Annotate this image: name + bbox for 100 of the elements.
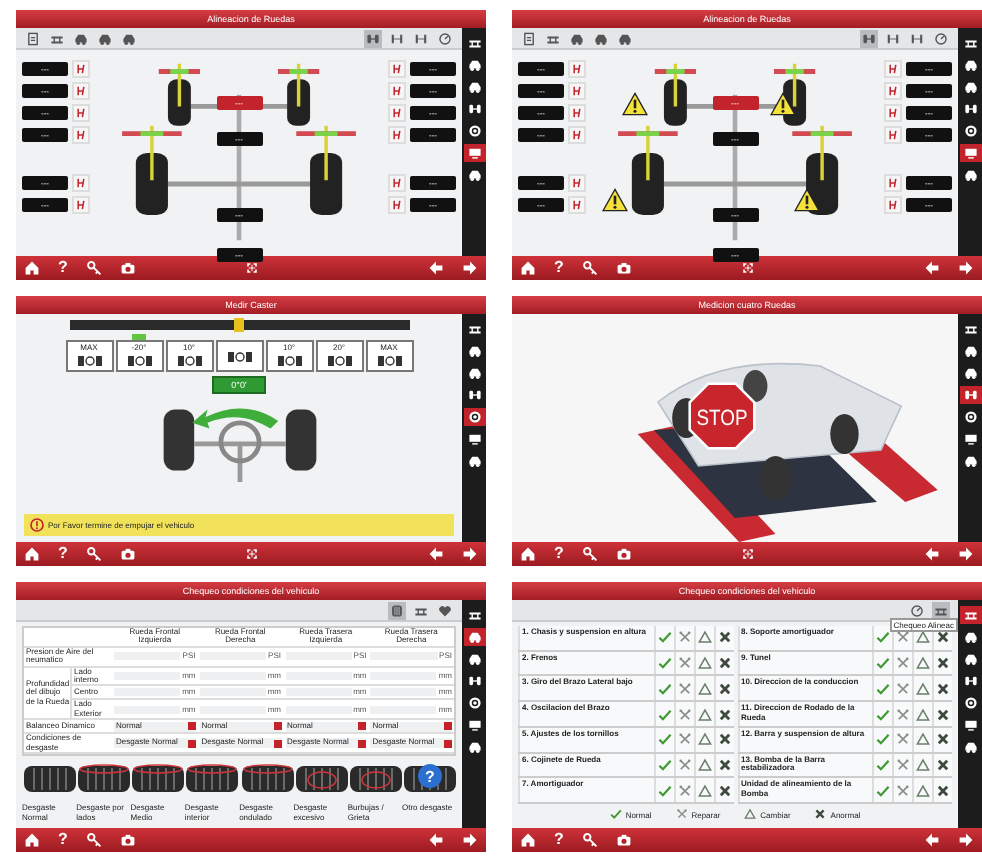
cross-icon[interactable] <box>936 757 950 772</box>
home-icon[interactable] <box>24 832 40 848</box>
cross-icon[interactable] <box>717 732 731 747</box>
tools-icon[interactable] <box>677 681 691 696</box>
cross-icon[interactable] <box>717 757 731 772</box>
sidebar-tab[interactable] <box>463 386 485 404</box>
key-icon[interactable] <box>85 260 102 276</box>
sidebar-tab[interactable] <box>463 144 485 162</box>
toolbar-button[interactable] <box>436 29 454 47</box>
tools-icon[interactable] <box>896 707 910 722</box>
toolbar-button[interactable] <box>520 29 538 47</box>
input-field[interactable] <box>114 672 181 681</box>
home-icon[interactable] <box>520 832 536 848</box>
tools-icon[interactable] <box>677 656 691 671</box>
home-icon[interactable] <box>520 546 536 562</box>
right-arrow-icon[interactable] <box>958 832 974 848</box>
tools-icon[interactable] <box>677 757 691 772</box>
cross-icon[interactable] <box>717 681 731 696</box>
left-arrow-icon[interactable] <box>428 832 444 848</box>
camera-icon[interactable] <box>119 546 136 562</box>
sidebar-tab[interactable] <box>463 122 485 140</box>
camera-icon[interactable] <box>615 832 632 848</box>
tools-icon[interactable] <box>677 783 691 798</box>
sidebar-tab[interactable] <box>463 408 485 426</box>
sidebar-tab[interactable] <box>959 452 981 470</box>
camera-icon[interactable] <box>119 260 136 276</box>
tools-icon[interactable] <box>896 732 910 747</box>
cross-icon[interactable] <box>717 783 731 798</box>
input-field[interactable] <box>370 688 437 697</box>
toolbar-button[interactable] <box>24 29 42 47</box>
sidebar-tab[interactable] <box>959 100 981 118</box>
toolbar-button[interactable] <box>932 601 950 619</box>
sidebar-tab[interactable] <box>463 452 485 470</box>
tools-icon[interactable] <box>677 732 691 747</box>
sidebar-tab[interactable] <box>959 144 981 162</box>
camera-icon[interactable] <box>615 546 632 562</box>
tire-tread-icon[interactable] <box>22 764 78 793</box>
sidebar-tab[interactable] <box>959 716 981 734</box>
sidebar-tab[interactable] <box>463 628 485 646</box>
toolbar-button[interactable] <box>568 29 586 47</box>
toolbar-button[interactable] <box>908 29 926 47</box>
sidebar-tab[interactable] <box>959 672 981 690</box>
tire-tread-icon[interactable] <box>347 764 404 793</box>
toolbar-button[interactable] <box>908 601 926 619</box>
camera-icon[interactable] <box>615 260 632 276</box>
toolbar-button[interactable] <box>412 29 430 47</box>
help-button[interactable]: ? <box>554 832 564 848</box>
tools-icon[interactable] <box>677 707 691 722</box>
sidebar-tab[interactable] <box>463 650 485 668</box>
cross-icon[interactable] <box>717 656 731 671</box>
toolbar-button[interactable] <box>436 601 454 619</box>
key-icon[interactable] <box>581 832 598 848</box>
right-arrow-icon[interactable] <box>958 260 974 276</box>
sidebar-tab[interactable] <box>463 56 485 74</box>
help-button[interactable]: ? <box>58 546 68 562</box>
input-field[interactable] <box>199 672 266 681</box>
sidebar-tab[interactable] <box>959 364 981 382</box>
sidebar-tab[interactable] <box>959 386 981 404</box>
right-arrow-icon[interactable] <box>462 832 478 848</box>
home-icon[interactable] <box>24 260 40 276</box>
toolbar-button[interactable] <box>388 601 406 619</box>
input-field[interactable] <box>285 672 352 681</box>
tire-tread-icon[interactable] <box>184 764 241 793</box>
key-icon[interactable] <box>581 546 598 562</box>
sidebar-tab[interactable] <box>959 650 981 668</box>
toolbar-button[interactable] <box>72 29 90 47</box>
tools-icon[interactable] <box>896 656 910 671</box>
help-button[interactable]: ? <box>554 260 564 276</box>
sidebar-tab[interactable] <box>463 430 485 448</box>
sidebar-tab[interactable] <box>463 78 485 96</box>
left-arrow-icon[interactable] <box>428 260 444 276</box>
sidebar-tab[interactable] <box>959 166 981 184</box>
sidebar-tab[interactable] <box>959 122 981 140</box>
key-icon[interactable] <box>85 832 102 848</box>
cross-icon[interactable] <box>936 707 950 722</box>
right-arrow-icon[interactable] <box>462 546 478 562</box>
cross-icon[interactable] <box>717 630 731 645</box>
sidebar-tab[interactable] <box>463 100 485 118</box>
left-arrow-icon[interactable] <box>924 832 940 848</box>
cross-icon[interactable] <box>936 630 950 645</box>
help-button[interactable]: ? <box>554 546 564 562</box>
help-button[interactable]: ? <box>58 832 68 848</box>
toolbar-button[interactable] <box>364 29 382 47</box>
left-arrow-icon[interactable] <box>924 260 940 276</box>
sidebar-tab[interactable] <box>463 738 485 756</box>
sidebar-tab[interactable] <box>959 694 981 712</box>
tools-icon[interactable] <box>896 630 910 645</box>
tire-tread-icon[interactable] <box>239 764 296 793</box>
home-icon[interactable] <box>520 260 536 276</box>
tools-icon[interactable] <box>896 681 910 696</box>
tire-tread-icon[interactable] <box>76 764 133 793</box>
left-arrow-icon[interactable] <box>924 546 940 562</box>
sidebar-tab[interactable] <box>463 672 485 690</box>
tools-icon[interactable] <box>896 783 910 798</box>
toolbar-button[interactable] <box>96 29 114 47</box>
sidebar-tab[interactable] <box>959 430 981 448</box>
sidebar-tab[interactable] <box>959 738 981 756</box>
toolbar-button[interactable] <box>120 29 138 47</box>
sidebar-tab[interactable] <box>959 606 981 624</box>
sidebar-tab[interactable] <box>463 716 485 734</box>
